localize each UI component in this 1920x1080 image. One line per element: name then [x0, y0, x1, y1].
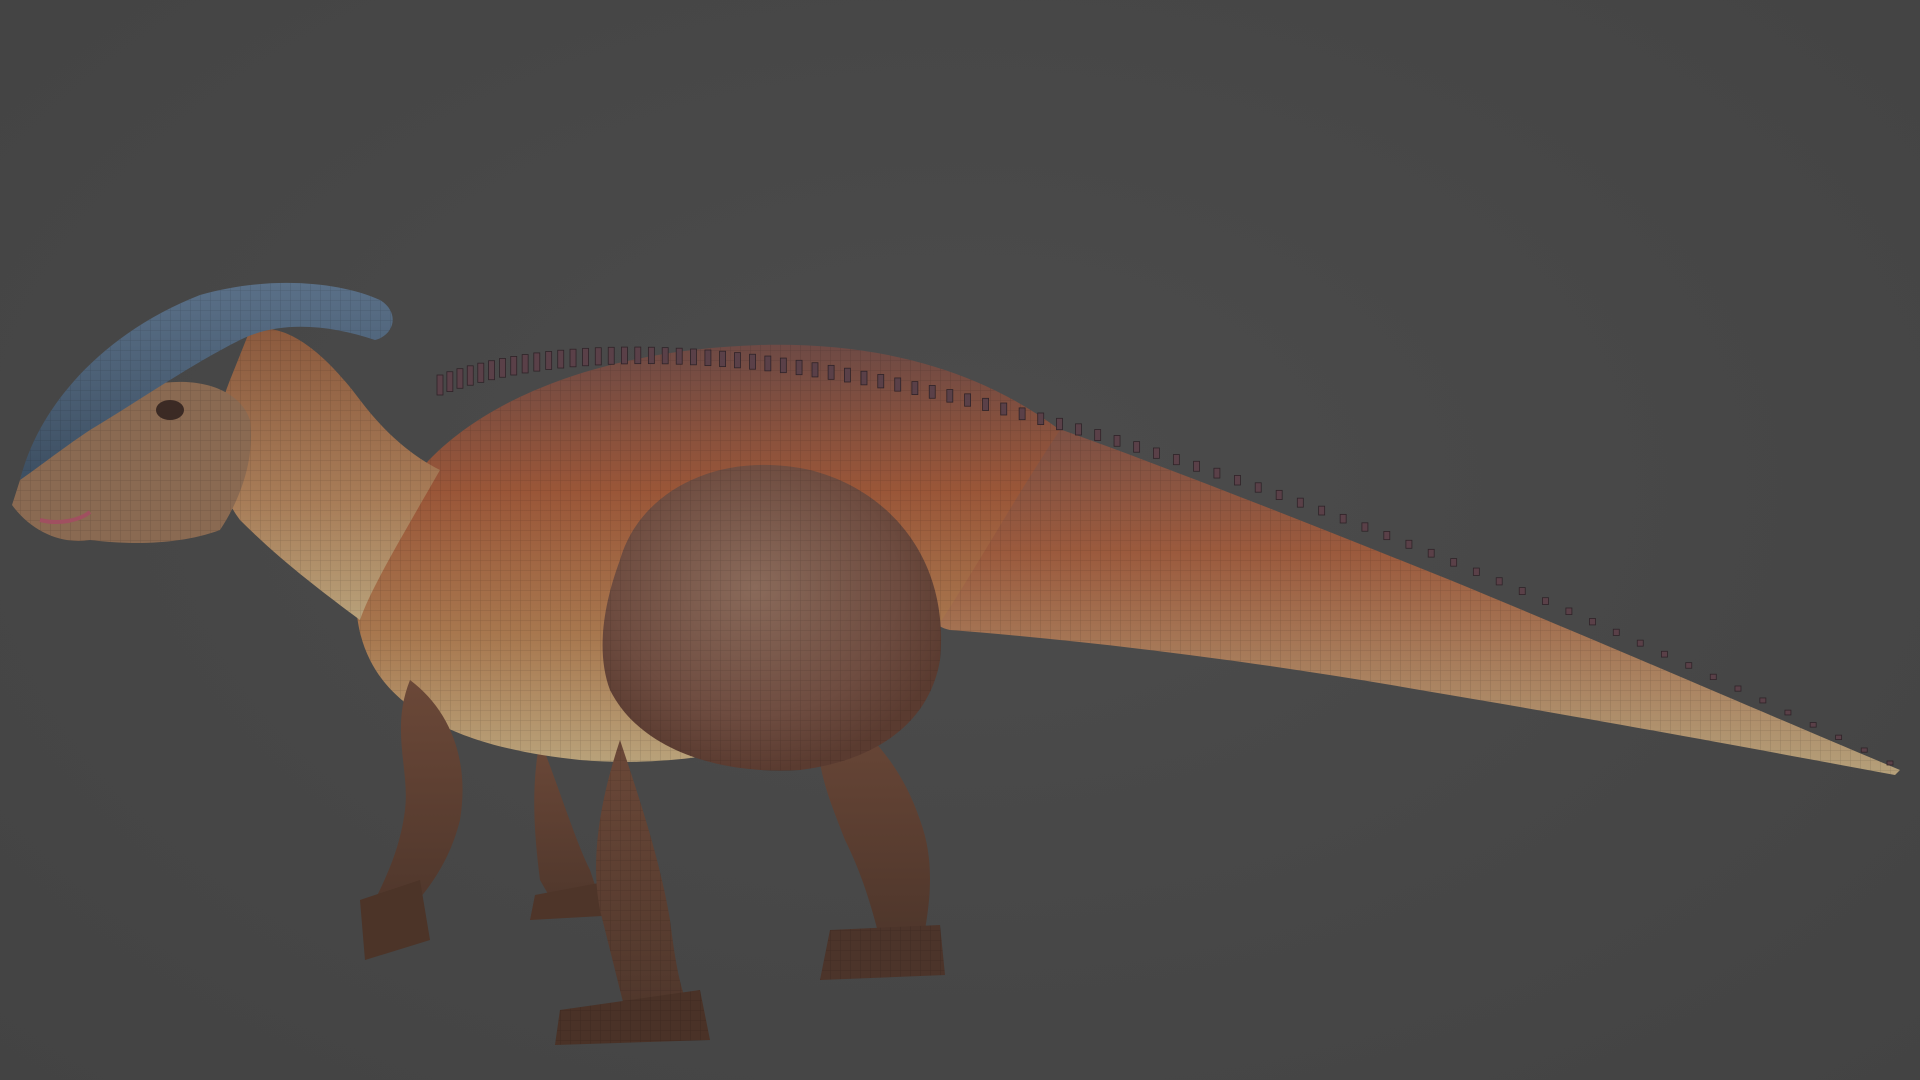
dorsal-spine	[1709, 673, 1717, 680]
dorsal-spine	[734, 352, 741, 369]
dorsal-spine	[1318, 505, 1326, 516]
dorsal-spine	[1589, 618, 1596, 626]
dorsal-spine	[1193, 460, 1200, 472]
dorsal-spine	[1685, 662, 1693, 669]
dorsal-spine	[690, 348, 697, 366]
dorsal-spine	[488, 360, 495, 381]
dorsal-spine	[1450, 558, 1458, 567]
dorsal-spine	[1518, 587, 1526, 596]
dorsal-spine	[582, 347, 589, 367]
dorsal-spine	[1383, 531, 1391, 541]
dorsal-spine	[1339, 513, 1347, 524]
dorsal-spine	[510, 356, 518, 376]
dorsal-spine	[1113, 435, 1121, 447]
dorsal-spine	[911, 381, 919, 396]
dorsal-spine	[594, 347, 602, 366]
dorsal-spine	[1612, 628, 1620, 636]
dorsal-spine	[1275, 489, 1283, 500]
dorsal-spine	[1835, 734, 1843, 740]
dorsal-spine	[719, 350, 726, 368]
dorsal-spine	[436, 374, 444, 396]
dorsal-spine	[811, 362, 819, 378]
dorsal-spine	[607, 346, 615, 365]
dorsal-spine	[1472, 567, 1480, 576]
dorsal-spine	[964, 393, 971, 407]
eye	[156, 400, 184, 420]
dorsal-spine	[647, 346, 655, 365]
dorsal-spine	[1636, 639, 1644, 647]
dinosaur-model	[12, 282, 1900, 1045]
dorsal-spine	[1886, 760, 1894, 766]
dorsal-spine	[499, 358, 506, 378]
dorsal-spine	[764, 355, 772, 372]
dorsal-spine	[621, 346, 628, 365]
dorsal-spine	[456, 368, 464, 389]
dorsal-spine	[877, 374, 885, 389]
dorsal-spine	[1565, 607, 1573, 615]
dorsal-spine	[860, 370, 868, 386]
dorsal-spine	[1234, 475, 1241, 486]
dorsal-spine	[795, 359, 803, 376]
render-viewport[interactable]	[0, 0, 1920, 1080]
dorsal-spine	[1056, 417, 1063, 431]
dorsal-spine	[1296, 497, 1304, 508]
dorsal-spine	[1000, 402, 1008, 416]
dorsal-spine	[894, 377, 902, 392]
dorsal-spine	[1759, 697, 1767, 704]
dorsal-spine	[1495, 577, 1503, 586]
dorsal-spine	[1213, 467, 1221, 479]
dorsal-spine	[1809, 722, 1817, 728]
dorsal-spine	[1094, 429, 1102, 441]
dorsal-spine	[1018, 407, 1026, 421]
dorsal-spine	[466, 365, 474, 386]
dorsal-spine	[1172, 454, 1180, 466]
dorsal-spine	[1405, 539, 1413, 549]
dorsal-spine	[446, 371, 454, 392]
dorsal-spine	[928, 385, 936, 399]
dorsal-spine	[982, 397, 989, 411]
dorsal-spine	[533, 352, 541, 372]
dorsal-spine	[1784, 709, 1792, 716]
dorsal-spine	[1661, 650, 1668, 658]
dorsal-spine	[675, 347, 683, 365]
dorsal-spine	[844, 367, 851, 383]
dorsal-spine	[661, 347, 669, 365]
dorsal-spine	[1153, 447, 1160, 459]
dorsal-spine	[1542, 597, 1549, 605]
head	[12, 381, 251, 543]
dorsal-spine	[1254, 482, 1262, 493]
dorsal-spine	[704, 349, 712, 367]
dorsal-spine	[946, 389, 954, 403]
dorsal-spine	[1075, 423, 1082, 436]
dorsal-spine	[1734, 685, 1742, 692]
dorsal-spine	[569, 348, 577, 368]
dorsal-spine	[749, 353, 756, 370]
dorsal-spine	[1427, 548, 1435, 558]
dorsal-spine	[1361, 522, 1369, 532]
dorsal-spine	[634, 346, 642, 365]
dorsal-spine	[557, 349, 565, 369]
dorsal-spine	[1037, 412, 1045, 426]
dorsal-spine	[477, 362, 485, 383]
dorsal-spine	[827, 364, 835, 380]
dorsal-spine	[779, 357, 787, 374]
dorsal-spine	[521, 354, 529, 374]
dorsal-spine	[1133, 441, 1141, 453]
dorsal-spine	[1860, 747, 1868, 753]
dorsal-spine	[545, 351, 553, 370]
